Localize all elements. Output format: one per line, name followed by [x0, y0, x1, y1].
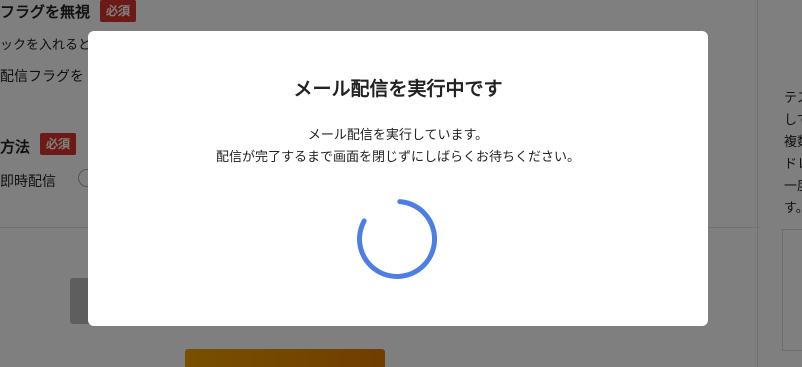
sending-modal: メール配信を実行中です メール配信を実行しています。 配信が完了するまで画面を閉…	[88, 31, 708, 326]
modal-message-line2: 配信が完了するまで画面を閉じずにしばらくお待ちください。	[215, 150, 580, 165]
modal-message-line1: メール配信を実行しています。	[307, 128, 489, 143]
modal-title: メール配信を実行中です	[293, 78, 503, 100]
loading-spinner-arc	[357, 199, 437, 279]
loading-spinner-icon	[357, 199, 437, 279]
